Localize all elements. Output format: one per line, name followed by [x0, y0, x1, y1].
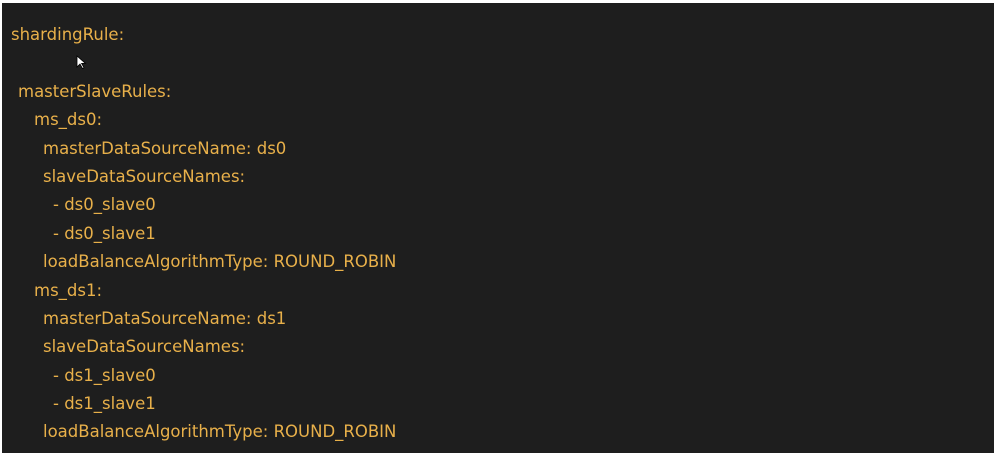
- code-line-14: - ds1_slave1: [53, 394, 156, 414]
- code-line-12: slaveDataSourceNames:: [43, 337, 246, 357]
- code-line-6: slaveDataSourceNames:: [43, 166, 246, 186]
- code-line-11: masterDataSourceName: ds1: [43, 308, 287, 328]
- code-line-4: ms_ds0:: [34, 110, 103, 130]
- code-line-9: loadBalanceAlgorithmType: ROUND_ROBIN: [43, 252, 397, 272]
- code-line-5: masterDataSourceName: ds0: [43, 138, 287, 158]
- code-line-13: - ds1_slave0: [53, 365, 156, 385]
- code-line-8: - ds0_slave1: [53, 223, 156, 243]
- code-line-3: masterSlaveRules:: [18, 81, 172, 101]
- code-editor[interactable]: shardingRule: masterSlaveRules: ms_ds0: …: [2, 3, 994, 453]
- mouse-pointer-icon: [76, 55, 87, 69]
- code-line-15: loadBalanceAlgorithmType: ROUND_ROBIN: [43, 422, 397, 442]
- code-block: shardingRule: masterSlaveRules: ms_ds0: …: [2, 21, 396, 447]
- code-line-1: shardingRule:: [11, 25, 125, 44]
- code-line-10: ms_ds1:: [34, 280, 103, 300]
- code-line-7: - ds0_slave0: [53, 195, 156, 215]
